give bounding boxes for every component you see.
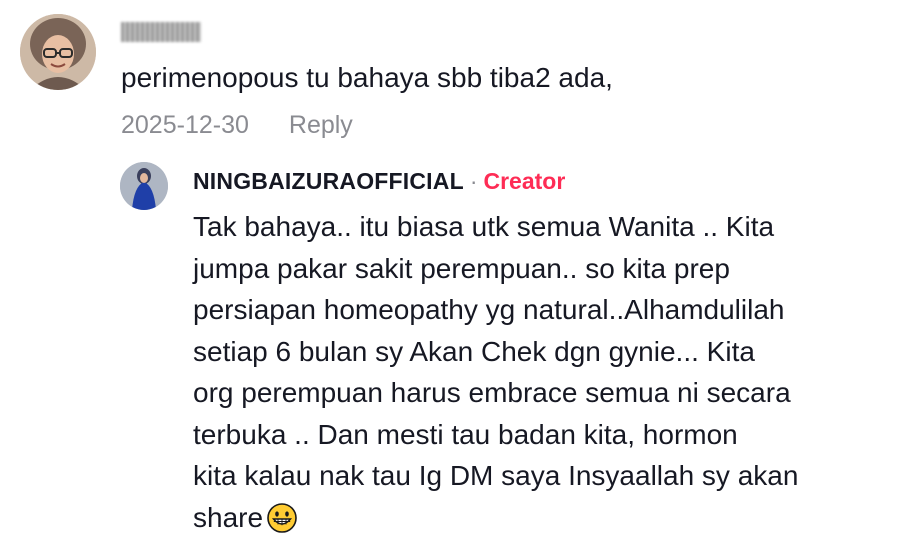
reply-text-line: setiap 6 bulan sy Akan Chek dgn gynie...… (193, 331, 893, 373)
comment-meta: 2025-12-30 Reply (121, 111, 353, 140)
reply-text-line: jumpa pakar sakit perempuan.. so kita pr… (193, 248, 893, 290)
reply-text: Tak bahaya.. itu biasa utk semua Wanita … (193, 206, 893, 544)
reply-text-line: kita kalau nak tau Ig DM saya Insyaallah… (193, 455, 893, 497)
grinning-face-emoji-icon (267, 503, 297, 544)
reply-text-line: persiapan homeopathy yg natural..Alhamdu… (193, 289, 893, 331)
creator-avatar-image (120, 162, 168, 210)
creator-username[interactable]: NINGBAIZURAOFFICIAL (193, 168, 464, 194)
reply-button[interactable]: Reply (289, 111, 353, 139)
comment-date: 2025-12-30 (121, 111, 249, 139)
creator-avatar[interactable] (120, 162, 168, 210)
comment-thread: librahj perimenopous tu bahaya sbb tiba2… (0, 0, 900, 541)
separator-dot: · (470, 168, 478, 194)
reply-text-line: Tak bahaya.. itu biasa utk semua Wanita … (193, 206, 893, 248)
comment-text: perimenopous tu bahaya sbb tiba2 ada, (121, 62, 613, 94)
reply-text-line: org perempuan harus embrace semua ni sec… (193, 372, 893, 414)
reply-header: NINGBAIZURAOFFICIAL·Creator (193, 168, 565, 195)
reply-text-last-line: share (193, 497, 893, 544)
reply-text-line: terbuka .. Dan mesti tau badan kita, hor… (193, 414, 893, 456)
reply-text-line: share (193, 502, 263, 533)
creator-badge: Creator (484, 168, 566, 194)
avatar-image (20, 14, 96, 90)
commenter-avatar[interactable] (20, 14, 96, 90)
